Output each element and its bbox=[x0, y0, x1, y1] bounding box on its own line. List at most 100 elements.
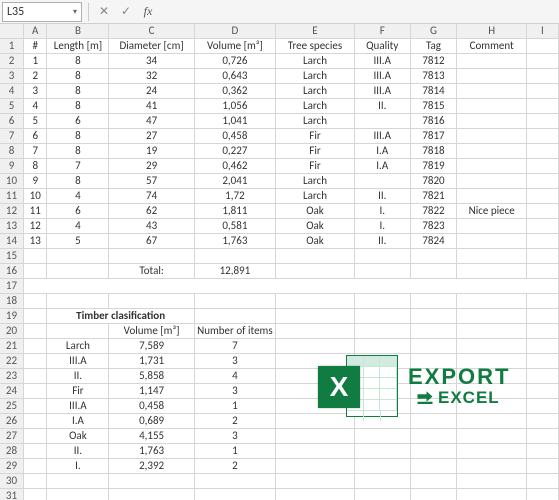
cell[interactable]: 0,362 bbox=[194, 84, 275, 99]
row-header[interactable]: 11 bbox=[0, 189, 23, 204]
col-header[interactable]: A bbox=[23, 24, 46, 39]
cell[interactable] bbox=[354, 114, 410, 129]
cell[interactable]: 10 bbox=[23, 189, 46, 204]
row-header[interactable]: 29 bbox=[0, 459, 23, 474]
formula-input[interactable] bbox=[159, 2, 559, 22]
cell[interactable] bbox=[410, 384, 457, 399]
cell[interactable]: 8 bbox=[47, 129, 109, 144]
col-header[interactable]: C bbox=[109, 24, 194, 39]
cell[interactable] bbox=[457, 54, 526, 69]
cell[interactable]: Diameter [cm] bbox=[109, 39, 194, 54]
cell[interactable] bbox=[109, 474, 194, 489]
cell[interactable] bbox=[410, 414, 457, 429]
cell[interactable]: I. bbox=[354, 204, 410, 219]
col-header[interactable]: G bbox=[410, 24, 457, 39]
cell[interactable]: 7823 bbox=[410, 219, 457, 234]
row-header[interactable]: 13 bbox=[0, 219, 23, 234]
cell[interactable]: 0,458 bbox=[109, 399, 194, 414]
cell[interactable] bbox=[275, 309, 354, 324]
cell[interactable]: 62 bbox=[109, 204, 194, 219]
row-header[interactable]: 16 bbox=[0, 264, 23, 279]
cell[interactable] bbox=[526, 144, 558, 159]
cell[interactable]: 7824 bbox=[410, 234, 457, 249]
cell[interactable] bbox=[526, 39, 558, 54]
cell[interactable]: Larch bbox=[275, 189, 354, 204]
cell[interactable]: 1 bbox=[23, 54, 46, 69]
cell[interactable]: II. bbox=[47, 369, 109, 384]
cell[interactable] bbox=[526, 84, 558, 99]
cell[interactable]: Larch bbox=[275, 69, 354, 84]
cell[interactable]: 1 bbox=[194, 399, 275, 414]
cell[interactable] bbox=[526, 114, 558, 129]
cell[interactable]: 8 bbox=[47, 99, 109, 114]
cell[interactable] bbox=[526, 69, 558, 84]
cell[interactable]: 0,581 bbox=[194, 219, 275, 234]
cell[interactable] bbox=[457, 459, 526, 474]
cell[interactable] bbox=[23, 444, 46, 459]
cell[interactable] bbox=[275, 399, 354, 414]
cell[interactable] bbox=[354, 429, 410, 444]
cell[interactable]: I.A bbox=[354, 159, 410, 174]
cell[interactable] bbox=[410, 249, 457, 264]
cell[interactable]: 7812 bbox=[410, 54, 457, 69]
cell[interactable]: 43 bbox=[109, 219, 194, 234]
cell[interactable] bbox=[526, 399, 558, 414]
cell[interactable] bbox=[354, 324, 410, 339]
cell[interactable]: Fir bbox=[275, 129, 354, 144]
cell[interactable] bbox=[457, 384, 526, 399]
row-header[interactable]: 27 bbox=[0, 429, 23, 444]
cell[interactable] bbox=[410, 459, 457, 474]
cell[interactable]: 2 bbox=[194, 459, 275, 474]
cell[interactable]: 5,858 bbox=[109, 369, 194, 384]
cell[interactable] bbox=[354, 309, 410, 324]
cell[interactable] bbox=[194, 309, 275, 324]
cell[interactable]: 8 bbox=[23, 159, 46, 174]
row-header[interactable]: 3 bbox=[0, 69, 23, 84]
row-header[interactable]: 5 bbox=[0, 99, 23, 114]
col-header[interactable]: F bbox=[354, 24, 410, 39]
cell[interactable] bbox=[23, 459, 46, 474]
cell[interactable] bbox=[457, 309, 526, 324]
cell[interactable] bbox=[23, 339, 46, 354]
cell[interactable]: I. bbox=[354, 219, 410, 234]
cell[interactable] bbox=[526, 414, 558, 429]
cell[interactable] bbox=[47, 324, 109, 339]
col-header[interactable]: H bbox=[457, 24, 526, 39]
row-header[interactable]: 1 bbox=[0, 39, 23, 54]
cell[interactable] bbox=[410, 264, 457, 279]
cell[interactable]: 24 bbox=[109, 84, 194, 99]
cell[interactable] bbox=[457, 144, 526, 159]
cell[interactable] bbox=[457, 339, 526, 354]
cell[interactable] bbox=[354, 474, 410, 489]
cell[interactable]: 7816 bbox=[410, 114, 457, 129]
cell[interactable] bbox=[275, 324, 354, 339]
row-header[interactable]: 9 bbox=[0, 159, 23, 174]
cell[interactable]: 8 bbox=[47, 84, 109, 99]
row-header[interactable]: 24 bbox=[0, 384, 23, 399]
col-header[interactable]: D bbox=[194, 24, 275, 39]
cell[interactable] bbox=[457, 354, 526, 369]
cell[interactable] bbox=[354, 339, 410, 354]
cell[interactable]: 3 bbox=[194, 384, 275, 399]
cell[interactable]: 67 bbox=[109, 234, 194, 249]
cell[interactable] bbox=[23, 249, 46, 264]
cell[interactable]: I.A bbox=[47, 414, 109, 429]
cell[interactable]: Number of items bbox=[194, 324, 275, 339]
cell[interactable] bbox=[457, 324, 526, 339]
row-header[interactable]: 20 bbox=[0, 324, 23, 339]
cell[interactable] bbox=[354, 294, 410, 309]
row-header[interactable]: 17 bbox=[0, 279, 23, 294]
cell[interactable] bbox=[526, 474, 558, 489]
cell[interactable] bbox=[410, 474, 457, 489]
cell[interactable]: 0,643 bbox=[194, 69, 275, 84]
cell[interactable] bbox=[23, 264, 46, 279]
cell[interactable] bbox=[23, 324, 46, 339]
cell[interactable]: Oak bbox=[275, 204, 354, 219]
cell[interactable]: 5 bbox=[47, 234, 109, 249]
cell[interactable]: Quality bbox=[354, 39, 410, 54]
cell[interactable]: Oak bbox=[275, 234, 354, 249]
cell[interactable] bbox=[275, 264, 354, 279]
cell[interactable] bbox=[457, 489, 526, 500]
cell[interactable] bbox=[457, 234, 526, 249]
cell[interactable] bbox=[275, 459, 354, 474]
